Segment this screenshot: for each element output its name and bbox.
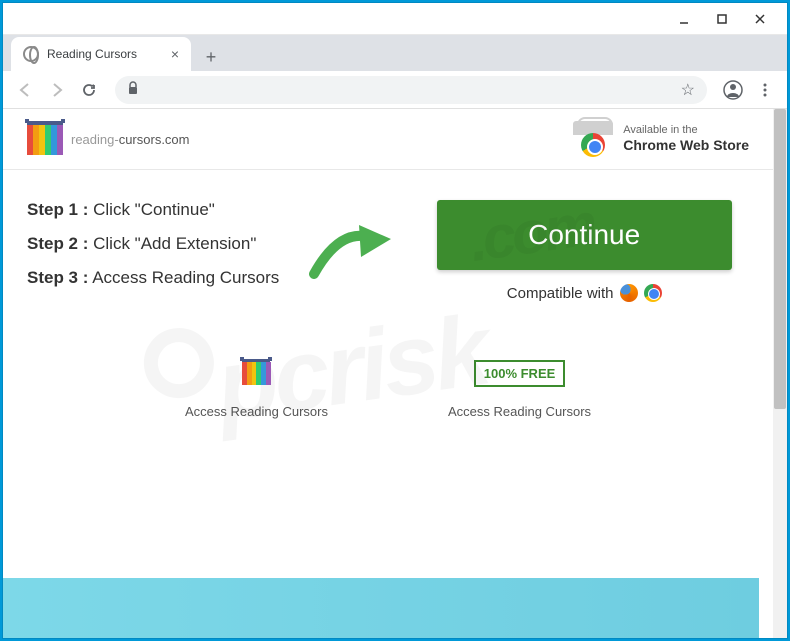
page-content: pcrisk.com reading-cursors.com — [3, 109, 773, 638]
feature-label: Access Reading Cursors — [185, 404, 328, 419]
firefox-icon — [620, 284, 638, 302]
chrome-icon — [644, 284, 662, 302]
browser-tab[interactable]: Reading Cursors × — [11, 37, 191, 71]
feature-free: 100% FREE Access Reading Cursors — [448, 352, 591, 419]
arrow-icon — [309, 219, 399, 284]
feature-label: Access Reading Cursors — [448, 404, 591, 419]
new-tab-button[interactable]: + — [197, 43, 225, 71]
site-logo[interactable]: reading-cursors.com — [27, 121, 190, 157]
menu-button[interactable] — [751, 76, 779, 104]
reload-button[interactable] — [75, 76, 103, 104]
continue-button[interactable]: Continue — [437, 200, 732, 270]
feature-logo-icon — [185, 352, 328, 394]
chrome-web-store-icon — [573, 121, 613, 157]
features-row: Access Reading Cursors 100% FREE Access … — [27, 352, 749, 419]
steps-list: Step 1 : Click "Continue" Step 2 : Click… — [27, 200, 279, 302]
chrome-web-store-badge[interactable]: Available in the Chrome Web Store — [573, 121, 749, 157]
cws-text: Available in the Chrome Web Store — [623, 124, 749, 154]
close-window-button[interactable] — [741, 5, 779, 33]
compatible-text: Compatible with — [507, 284, 662, 302]
step-1: Step 1 : Click "Continue" — [27, 200, 279, 220]
logo-text: reading-cursors.com — [71, 132, 190, 147]
globe-icon — [23, 46, 39, 62]
minimize-button[interactable] — [665, 5, 703, 33]
back-button[interactable] — [11, 76, 39, 104]
profile-button[interactable] — [719, 76, 747, 104]
forward-button[interactable] — [43, 76, 71, 104]
maximize-button[interactable] — [703, 5, 741, 33]
page-header: reading-cursors.com Available in the Chr… — [3, 109, 773, 170]
browser-window: Reading Cursors × + ☆ pcrisk.com — [3, 3, 787, 638]
free-badge-icon: 100% FREE — [448, 352, 591, 394]
tab-title: Reading Cursors — [47, 47, 163, 61]
feature-access: Access Reading Cursors — [185, 352, 328, 419]
lock-icon — [127, 81, 139, 98]
scroll-thumb[interactable] — [774, 109, 786, 409]
bookmark-star-icon[interactable]: ☆ — [681, 80, 695, 100]
viewport: pcrisk.com reading-cursors.com — [3, 109, 787, 638]
step-2: Step 2 : Click "Add Extension" — [27, 234, 279, 254]
window-titlebar — [3, 3, 787, 35]
main-content: Step 1 : Click "Continue" Step 2 : Click… — [3, 170, 773, 439]
close-tab-icon[interactable]: × — [171, 46, 179, 62]
tab-strip: Reading Cursors × + — [3, 35, 787, 71]
address-bar[interactable]: ☆ — [115, 76, 707, 104]
scrollbar[interactable] — [773, 109, 787, 638]
browser-toolbar: ☆ — [3, 71, 787, 109]
footer-band — [3, 578, 759, 638]
step-3: Step 3 : Access Reading Cursors — [27, 268, 279, 288]
banner-icon — [27, 121, 63, 157]
